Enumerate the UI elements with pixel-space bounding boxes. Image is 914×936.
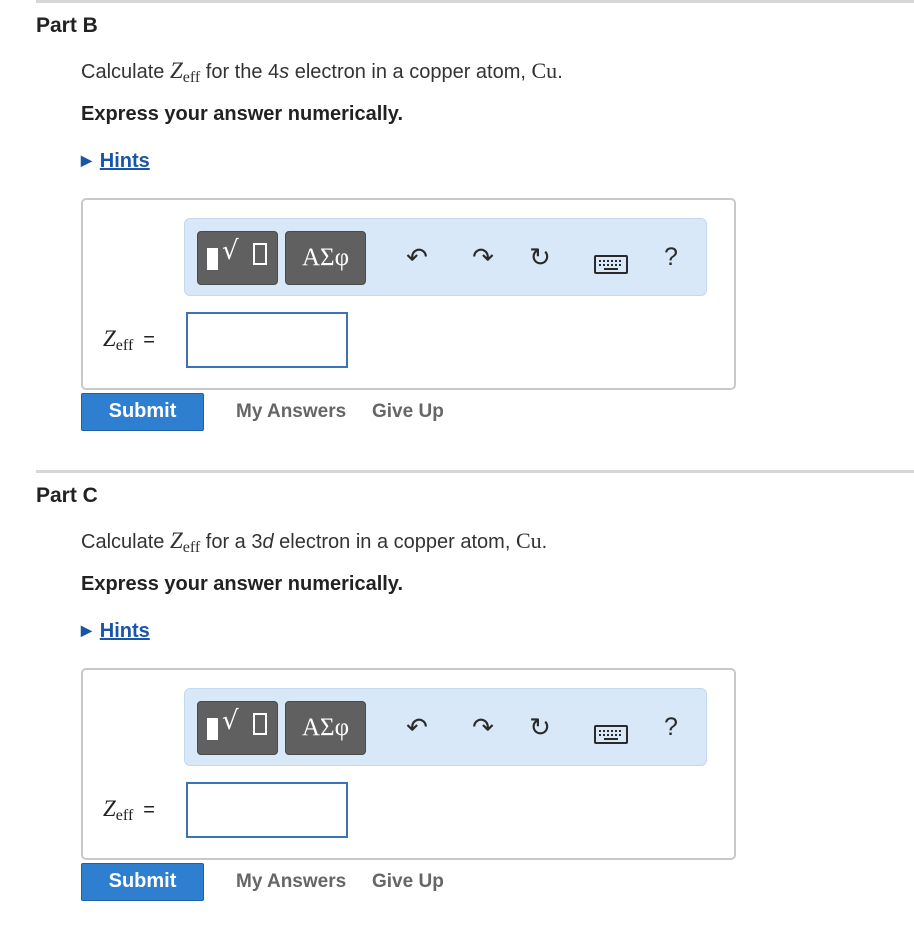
question-middle-2: electron in a copper atom, [289, 61, 532, 83]
answer-instruction: Express your answer numerically. [81, 103, 404, 125]
equals-sign: = [143, 329, 155, 351]
orbital-letter: s [279, 61, 290, 83]
undo-icon[interactable]: ↶ [397, 707, 437, 747]
orbital-letter: d [262, 531, 274, 553]
zeff-answer-input[interactable] [186, 312, 348, 368]
keyboard-icon[interactable] [591, 707, 631, 747]
zeff-subscript: eff [182, 539, 201, 556]
question-middle: for the 4 [200, 61, 280, 83]
question-middle: for a 3 [200, 531, 263, 553]
hints-toggle[interactable]: ▶ Hints [81, 150, 150, 173]
top-divider [36, 0, 914, 3]
my-answers-link[interactable]: My Answers [236, 871, 346, 893]
answer-area: √ ΑΣφ ↶ ↷ ↻ ? Zeff = [81, 198, 736, 390]
question-middle-2: electron in a copper atom, [273, 531, 516, 553]
greek-symbols-button[interactable]: ΑΣφ [285, 701, 366, 755]
reset-icon[interactable]: ↻ [520, 237, 560, 277]
caret-right-icon: ▶ [81, 152, 92, 168]
part-divider [36, 470, 914, 473]
zeff-answer-input[interactable] [186, 782, 348, 838]
templates-button[interactable]: √ [197, 231, 278, 285]
hints-toggle[interactable]: ▶ Hints [81, 620, 150, 643]
give-up-link[interactable]: Give Up [372, 871, 444, 893]
reset-icon[interactable]: ↻ [520, 707, 560, 747]
hints-label: Hints [99, 150, 150, 172]
answer-area: √ ΑΣφ ↶ ↷ ↻ ? Zeff = [81, 668, 736, 860]
math-toolbar: √ ΑΣφ ↶ ↷ ↻ ? [184, 688, 707, 766]
part-title: Part C [36, 484, 98, 507]
submit-button[interactable]: Submit [81, 393, 204, 431]
hints-label: Hints [99, 620, 150, 642]
keyboard-icon[interactable] [591, 237, 631, 277]
equals-sign: = [143, 799, 155, 821]
give-up-link[interactable]: Give Up [372, 401, 444, 423]
help-button[interactable]: ? [651, 237, 691, 277]
answer-instruction: Express your answer numerically. [81, 573, 404, 595]
submit-button[interactable]: Submit [81, 863, 204, 901]
element-symbol: Cu [531, 58, 558, 83]
zeff-variable: Z [169, 528, 183, 553]
undo-icon[interactable]: ↶ [397, 237, 437, 277]
zeff-variable: Z [169, 58, 183, 83]
templates-button[interactable]: √ [197, 701, 278, 755]
zeff-variable: Z [103, 796, 116, 821]
answer-label: Zeff = [103, 796, 155, 825]
greek-symbols-button[interactable]: ΑΣφ [285, 231, 366, 285]
question-text: Calculate Zeff for a 3d electron in a co… [81, 528, 547, 557]
question-prefix: Calculate [81, 61, 170, 83]
math-toolbar: √ ΑΣφ ↶ ↷ ↻ ? [184, 218, 707, 296]
my-answers-link[interactable]: My Answers [236, 401, 346, 423]
zeff-subscript: eff [182, 69, 201, 86]
element-symbol: Cu [515, 528, 542, 553]
redo-icon[interactable]: ↷ [463, 707, 503, 747]
answer-label: Zeff = [103, 326, 155, 355]
redo-icon[interactable]: ↷ [463, 237, 503, 277]
help-button[interactable]: ? [651, 707, 691, 747]
question-text: Calculate Zeff for the 4s electron in a … [81, 58, 563, 87]
zeff-subscript: eff [115, 337, 134, 354]
question-suffix: . [557, 61, 563, 83]
question-suffix: . [541, 531, 548, 553]
zeff-variable: Z [103, 326, 116, 351]
part-title: Part B [36, 14, 98, 37]
zeff-subscript: eff [115, 807, 134, 824]
question-prefix: Calculate [81, 531, 170, 553]
caret-right-icon: ▶ [81, 622, 92, 638]
